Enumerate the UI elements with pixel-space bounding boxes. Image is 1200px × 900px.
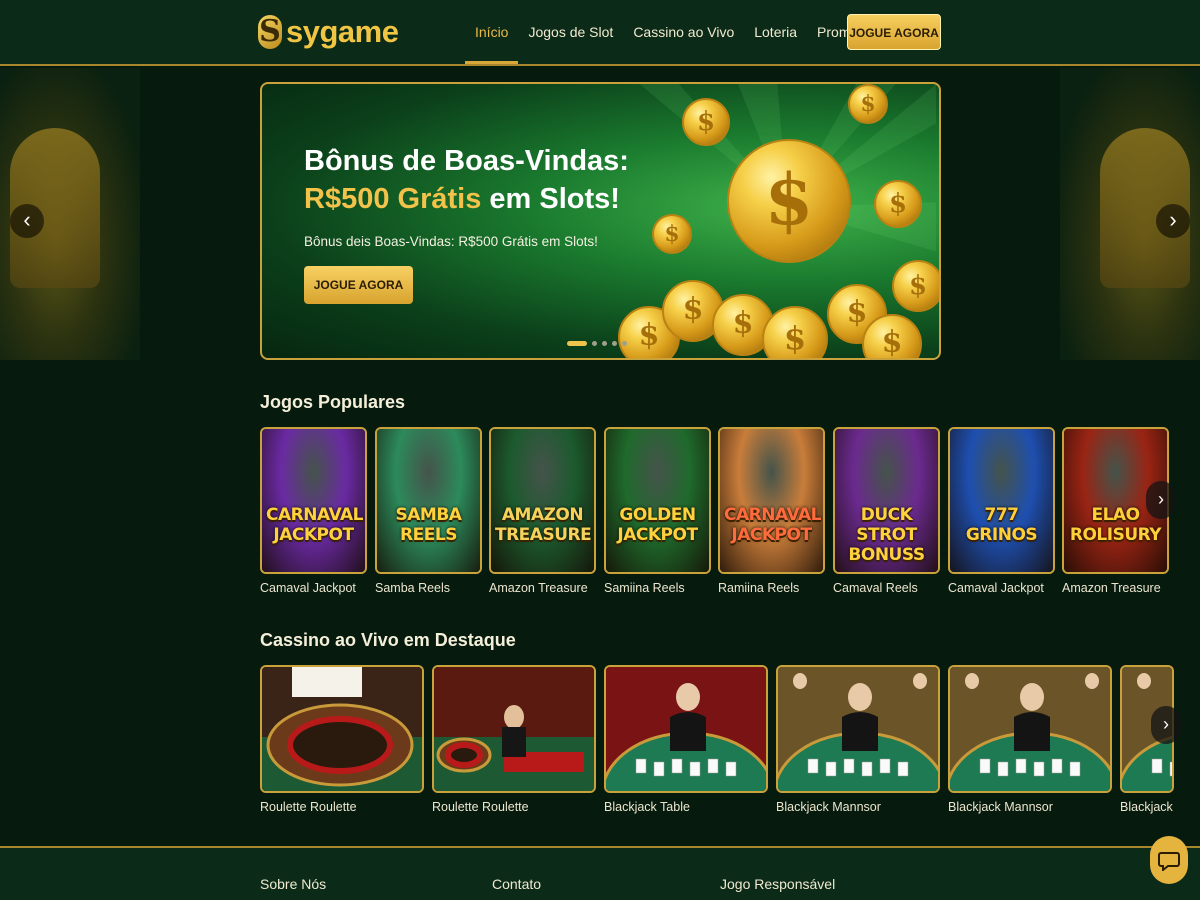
- live-table-card[interactable]: [260, 665, 424, 793]
- hero-title: Bônus de Boas-Vindas: R$500 Grátis em Sl…: [304, 142, 629, 218]
- hero-banner[interactable]: Bônus de Boas-Vindas: R$500 Grátis em Sl…: [260, 82, 941, 360]
- blackjack-table-image: [606, 667, 766, 791]
- game-art-title: DUCK STROT BONUSS: [848, 505, 925, 565]
- pagination-dot[interactable]: [602, 341, 607, 346]
- game-name[interactable]: Ramiina Reels: [718, 581, 799, 595]
- game-name[interactable]: Camaval Jackpot: [260, 581, 356, 595]
- sygame-logo[interactable]: S sygame: [258, 12, 399, 52]
- game-art-title: SAMBA REELS: [395, 505, 462, 545]
- live-casino-title: Cassino ao Vivo em Destaque: [260, 630, 516, 650]
- chevron-right-icon: ›: [1158, 489, 1164, 509]
- pagination-dot[interactable]: [612, 341, 617, 346]
- nav-item-inicio[interactable]: Início: [465, 0, 519, 64]
- game-name[interactable]: Samba Reels: [375, 581, 450, 595]
- chat-icon: [1158, 852, 1180, 871]
- game-name[interactable]: Camaval Jackpot: [948, 581, 1044, 595]
- game-thumbnail: SAMBA REELS: [377, 429, 480, 572]
- hero-title-amount: R$500 Grátis: [304, 183, 482, 215]
- game-card[interactable]: GOLDEN JACKPOT: [604, 427, 711, 574]
- popular-next-button[interactable]: ›: [1146, 481, 1176, 519]
- live-table-name[interactable]: Blackjack Mannsor: [948, 800, 1053, 814]
- game-card[interactable]: AMAZON TREASURE: [489, 427, 596, 574]
- live-table-name[interactable]: Blackjack Mannsor: [776, 800, 881, 814]
- game-name[interactable]: Samiina Reels: [604, 581, 685, 595]
- game-art-title: 777 GRINOS: [965, 505, 1038, 545]
- chevron-right-icon: ›: [1169, 207, 1177, 232]
- site-header: S sygame Início Jogos de Slot Cassino ao…: [0, 0, 1200, 66]
- game-thumbnail: 777 GRINOS: [950, 429, 1053, 572]
- live-table-card[interactable]: [604, 665, 768, 793]
- game-card[interactable]: DUCK STROT BONUSS: [833, 427, 940, 574]
- live-table-name[interactable]: Roulette Roulette: [432, 800, 529, 814]
- live-chat-button[interactable]: [1150, 836, 1188, 884]
- pagination-dot[interactable]: [592, 341, 597, 346]
- footer-link-contato[interactable]: Contato: [492, 876, 541, 892]
- footer-link-jogo-responsavel[interactable]: Jogo Responsável: [720, 876, 835, 892]
- nav-item-cassino-ao-vivo[interactable]: Cassino ao Vivo: [623, 0, 744, 64]
- coin-icon: $: [652, 214, 692, 254]
- coin-icon: $: [682, 98, 730, 146]
- nav-item-loteria[interactable]: Loteria: [744, 0, 807, 64]
- hero-title-line1: Bônus de Boas-Vindas:: [304, 145, 629, 177]
- coin-icon: $: [874, 180, 922, 228]
- hero-title-rest: em Slots!: [481, 183, 620, 215]
- game-art-title: CARNAVAL JACKPOT: [724, 505, 821, 545]
- hero-prev-button[interactable]: ‹: [10, 204, 44, 238]
- live-next-button[interactable]: ›: [1151, 706, 1181, 744]
- live-table-card[interactable]: [432, 665, 596, 793]
- hero-title-line2: R$500 Grátis em Slots!: [304, 180, 629, 218]
- hero-next-button[interactable]: ›: [1156, 204, 1190, 238]
- game-name[interactable]: Camaval Reels: [833, 581, 918, 595]
- game-card[interactable]: CARNAVAL JACKPOT: [260, 427, 367, 574]
- live-table-card[interactable]: [948, 665, 1112, 793]
- live-table-card[interactable]: [776, 665, 940, 793]
- game-thumbnail: DUCK STROT BONUSS: [835, 429, 938, 572]
- game-thumbnail: AMAZON TREASURE: [491, 429, 594, 572]
- live-table-name[interactable]: Blackjack Table: [604, 800, 690, 814]
- game-thumbnail: CARNAVAL JACKPOT: [720, 429, 823, 572]
- game-card[interactable]: SAMBA REELS: [375, 427, 482, 574]
- hero-subtitle: Bônus deis Boas-Vindas: R$500 Grátis em …: [304, 234, 598, 249]
- nav-item-jogos-de-slot[interactable]: Jogos de Slot: [518, 0, 623, 64]
- game-art-title: CARNAVAL JACKPOT: [266, 505, 363, 545]
- pagination-dot[interactable]: [622, 341, 627, 346]
- roulette-table-image: [434, 667, 594, 791]
- blackjack-table-image: [950, 667, 1110, 791]
- live-table-name[interactable]: Blackjack M: [1120, 800, 1174, 814]
- footer-link-sobre-nos[interactable]: Sobre Nós: [260, 876, 326, 892]
- chevron-left-icon: ‹: [23, 207, 31, 232]
- pagination-dot[interactable]: [567, 341, 587, 346]
- game-card[interactable]: 777 GRINOS: [948, 427, 1055, 574]
- game-name[interactable]: Amazon Treasure: [1062, 581, 1161, 595]
- hero-play-now-button[interactable]: JOGUE AGORA: [304, 266, 413, 304]
- coin-icon: $: [848, 84, 888, 124]
- site-footer: Sobre Nós Contato Jogo Responsável: [0, 846, 1200, 900]
- hero-pagination: [567, 341, 627, 346]
- logo-s-icon: S: [258, 14, 282, 49]
- roulette-table-image: [262, 667, 422, 791]
- blackjack-table-image: [778, 667, 938, 791]
- game-name[interactable]: Amazon Treasure: [489, 581, 588, 595]
- chevron-right-icon: ›: [1163, 714, 1169, 734]
- big-coin-icon: $: [727, 139, 851, 263]
- game-art-title: GOLDEN JACKPOT: [617, 505, 698, 545]
- game-thumbnail: CARNAVAL JACKPOT: [262, 429, 365, 572]
- game-art-title: AMAZON TREASURE: [495, 505, 592, 545]
- live-table-name[interactable]: Roulette Roulette: [260, 800, 357, 814]
- header-play-now-button[interactable]: JOGUE AGORA: [847, 14, 941, 50]
- logo-text: sygame: [286, 14, 399, 49]
- game-thumbnail: GOLDEN JACKPOT: [606, 429, 709, 572]
- coin-icon: $: [892, 260, 939, 312]
- popular-games-title: Jogos Populares: [260, 392, 406, 412]
- main-nav: Início Jogos de Slot Cassino ao Vivo Lot…: [465, 0, 898, 64]
- game-card[interactable]: CARNAVAL JACKPOT: [718, 427, 825, 574]
